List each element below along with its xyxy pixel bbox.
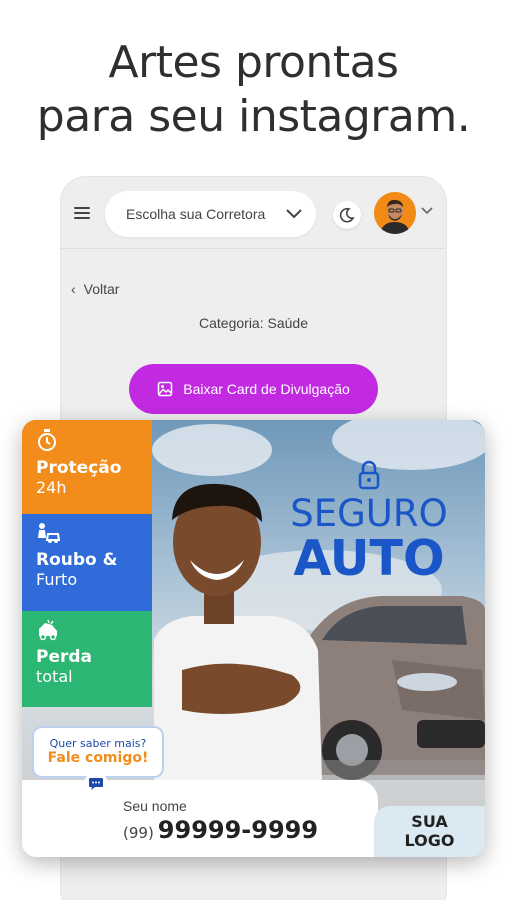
feature-roubo-furto: Roubo & Furto <box>22 514 152 611</box>
back-link[interactable]: ‹ Voltar <box>71 281 119 297</box>
contact-bar: Seu nome (99) 99999-9999 <box>22 780 378 857</box>
stopwatch-icon <box>38 429 56 451</box>
feature-protecao: Proteção 24h <box>22 420 152 514</box>
download-card-button[interactable]: Baixar Card de Divulgação <box>129 364 378 414</box>
feature-line-2: total <box>36 667 73 686</box>
lock-icon <box>358 460 380 490</box>
broker-select[interactable]: Escolha sua Corretora <box>105 191 316 237</box>
feature-perda-total: Perda total <box>22 611 152 707</box>
brand-word-2: AUTO <box>293 530 445 587</box>
brand-title: SEGURO AUTO <box>274 460 464 587</box>
avatar-chevron-down-icon[interactable] <box>421 205 433 215</box>
app-topbar: Escolha sua Corretora <box>61 177 446 249</box>
crashed-car-icon <box>39 619 57 641</box>
headline-line-1: Artes prontas <box>108 37 399 88</box>
headline: Artes prontas para seu instagram. <box>0 36 507 144</box>
feature-line-2: 24h <box>36 478 67 497</box>
thief-car-icon <box>38 523 60 543</box>
feature-line-1: Perda <box>36 647 93 667</box>
moon-icon <box>339 207 355 223</box>
avatar[interactable] <box>374 192 416 234</box>
logo-line-2: LOGO <box>404 831 455 850</box>
name-label: Seu nome <box>123 798 187 814</box>
theme-toggle-button[interactable] <box>333 201 361 229</box>
chevron-down-icon <box>286 209 302 219</box>
category-label: Categoria: Saúde <box>199 315 308 331</box>
phone-number: (99) 99999-9999 <box>123 816 318 844</box>
contact-bubble: Quer saber mais? Fale comigo! <box>32 726 164 778</box>
feature-line-1: Roubo & <box>36 550 118 570</box>
chat-bubble-icon <box>84 772 108 796</box>
bubble-line-2: Fale comigo! <box>47 750 149 766</box>
feature-line-2: Furto <box>36 570 78 589</box>
area-code: (99) <box>123 824 154 842</box>
download-card-label: Baixar Card de Divulgação <box>183 381 350 397</box>
back-label: Voltar <box>83 281 120 297</box>
phone-digits: 99999-9999 <box>157 816 319 844</box>
bubble-line-1: Quer saber mais? <box>49 737 147 750</box>
logo-line-1: SUA <box>411 812 448 831</box>
logo-placeholder: SUA LOGO <box>374 806 485 857</box>
headline-line-2: para seu instagram. <box>36 91 471 142</box>
chevron-left-icon: ‹ <box>71 281 76 297</box>
promo-card-preview: Proteção 24h Roubo & Furto Perda total S… <box>22 420 485 857</box>
broker-select-value: Escolha sua Corretora <box>126 206 266 222</box>
image-icon <box>157 381 173 397</box>
feature-line-1: Proteção <box>36 458 122 478</box>
brand-word-1: SEGURO <box>290 492 448 535</box>
hamburger-icon[interactable] <box>74 207 90 219</box>
